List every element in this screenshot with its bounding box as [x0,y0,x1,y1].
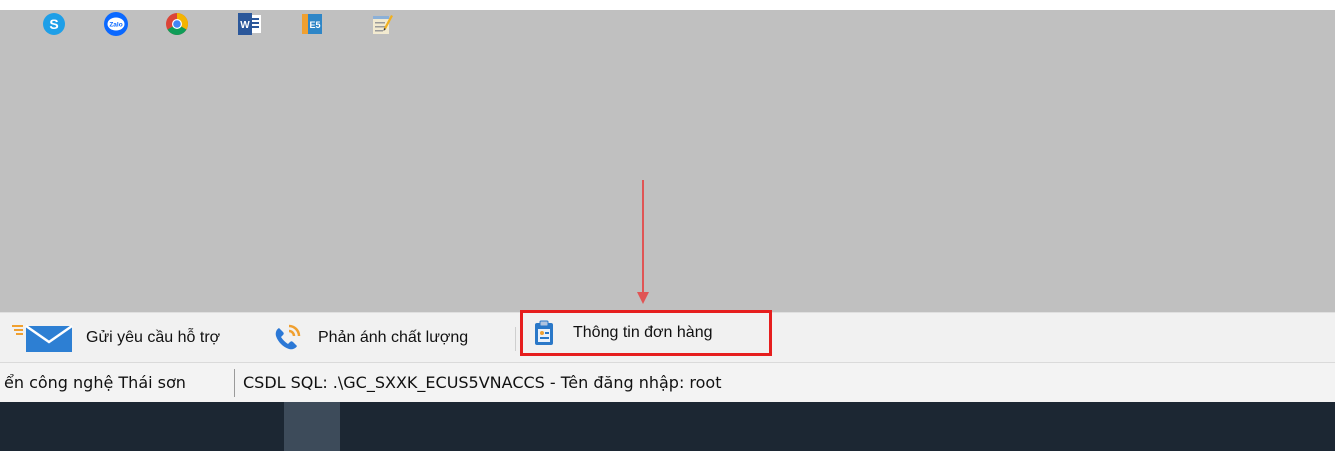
skype-icon: S [43,13,65,35]
taskbar-notepad-button[interactable] [369,11,395,37]
action-bar: Gửi yêu cầu hỗ trợ Phản ánh chất lượng T… [0,310,1335,363]
main-workspace [0,10,1335,312]
taskbar-active-highlight [284,402,340,451]
send-support-request-button[interactable]: Gửi yêu cầu hỗ trợ [12,313,220,363]
taskbar-word-button[interactable]: W [237,11,263,37]
svg-text:S: S [49,16,58,32]
quality-feedback-label: Phản ánh chất lượng [318,329,469,346]
status-company-text: ển công nghệ Thái sơn [4,373,186,392]
chrome-icon [166,13,188,35]
taskbar-zalo-button[interactable]: Zalo [103,11,129,37]
ecus5-icon: E5 [302,14,322,34]
svg-text:E5: E5 [309,20,320,30]
top-strip [0,0,1335,10]
notepad-icon [373,15,393,34]
status-db-info-text: CSDL SQL: .\GC_SXXK_ECUS5VNACCS - Tên đă… [243,373,722,392]
word-icon: W [238,13,261,35]
taskbar-skype-button[interactable]: S [41,11,67,37]
taskbar-ecus5-button[interactable]: E5 [299,11,325,37]
phone-call-icon [275,324,301,350]
order-info-button[interactable]: Thông tin đơn hàng [520,310,772,356]
status-divider [234,369,235,397]
annotation-arrow-icon [637,180,649,304]
taskbar-chrome-button[interactable] [164,11,190,37]
zalo-icon: Zalo [104,12,128,36]
taskbar [0,402,1335,451]
order-info-label: Thông tin đơn hàng [573,324,713,341]
action-separator [515,327,516,351]
svg-text:W: W [240,20,250,31]
svg-text:Zalo: Zalo [109,22,122,29]
quality-feedback-button[interactable]: Phản ánh chất lượng [272,313,468,363]
clipboard-icon [535,320,553,345]
send-support-request-label: Gửi yêu cầu hỗ trợ [86,329,221,346]
status-bar: ển công nghệ Thái sơn CSDL SQL: .\GC_SXX… [0,362,1335,402]
envelope-icon [12,324,73,352]
